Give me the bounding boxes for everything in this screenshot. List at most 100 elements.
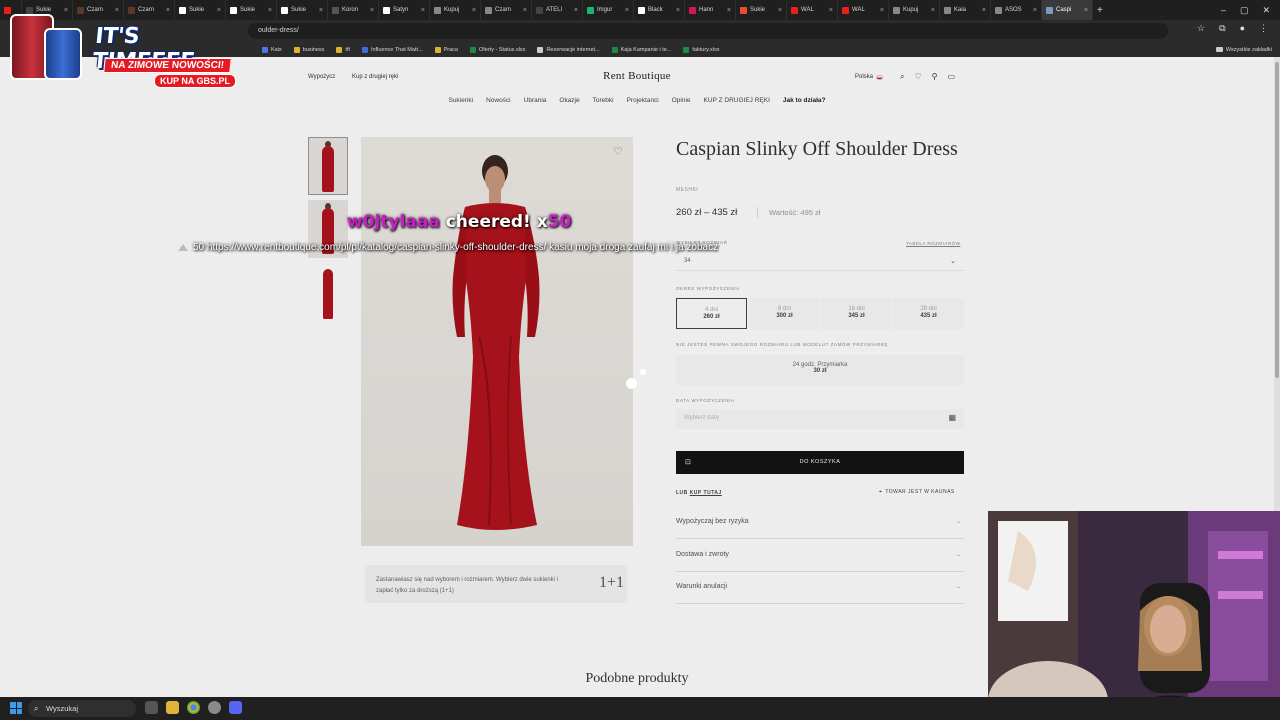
wishlist-heart-icon[interactable]: ♡: [613, 145, 623, 158]
bookmark-item[interactable]: Influence That Matt...: [362, 46, 423, 53]
close-tab-icon[interactable]: ×: [982, 7, 986, 14]
close-tab-icon[interactable]: ×: [1084, 7, 1088, 14]
bookmark-item[interactable]: business: [293, 46, 324, 53]
thumbnail-1[interactable]: [308, 137, 348, 195]
browser-tab[interactable]: Hann ×: [685, 0, 736, 20]
cheer-message: 50 https://www.rentboutique.com/pl/pl/ka…: [178, 242, 718, 253]
close-tab-icon[interactable]: ×: [217, 7, 221, 14]
nav-item[interactable]: KUP Z DRUGIEJ RĘKI: [704, 97, 770, 104]
buy-here-link[interactable]: KUP TUTAJ: [690, 490, 722, 496]
file-explorer-icon[interactable]: [166, 701, 179, 714]
browser-tab[interactable]: WAL ×: [787, 0, 838, 20]
close-tab-icon[interactable]: ×: [625, 7, 629, 14]
accordion-delivery[interactable]: Dostawa i zwroty ⌄: [676, 540, 964, 572]
close-tab-icon[interactable]: ×: [166, 7, 170, 14]
close-tab-icon[interactable]: ×: [574, 7, 578, 14]
nav-item-how-it-works[interactable]: Jak to działa?: [783, 97, 826, 104]
close-tab-icon[interactable]: ×: [64, 7, 68, 14]
browser-tab[interactable]: Kupuj ×: [889, 0, 940, 20]
close-tab-icon[interactable]: ×: [880, 7, 884, 14]
app-icon[interactable]: [208, 701, 221, 714]
tryon-option[interactable]: 24 godz. Przymiarka 30 zł: [676, 355, 964, 385]
close-window-icon[interactable]: ✕: [1262, 5, 1270, 16]
search-icon[interactable]: ⌕: [900, 72, 904, 82]
url-field[interactable]: oulder-dress/: [248, 23, 1168, 39]
bookmark-item[interactable]: Kaja Kampanie i te...: [611, 46, 671, 53]
scrollbar-thumb[interactable]: [1275, 62, 1279, 378]
task-view-icon[interactable]: [145, 701, 158, 714]
nav-item[interactable]: Ubrania: [524, 97, 547, 104]
add-to-cart-button[interactable]: ⊡ DO KOSZYKA: [676, 451, 964, 474]
browser-tab[interactable]: ASOS ×: [991, 0, 1042, 20]
close-tab-icon[interactable]: ×: [523, 7, 527, 14]
all-bookmarks[interactable]: Wszystkie zakładki: [1215, 42, 1272, 57]
nav-item[interactable]: Opinie: [672, 97, 691, 104]
buy-prefix: LUB: [676, 490, 688, 496]
close-tab-icon[interactable]: ×: [829, 7, 833, 14]
language-selector[interactable]: Polska: [855, 74, 884, 80]
maximize-icon[interactable]: ▢: [1240, 5, 1249, 16]
bookmark-item[interactable]: Kaix: [262, 46, 282, 53]
browser-tab[interactable]: Caspi ×: [1042, 0, 1093, 20]
browser-tab[interactable]: Kupuj ×: [430, 0, 481, 20]
extensions-icon[interactable]: ⧉: [1219, 23, 1225, 34]
bag-icon[interactable]: ▭: [948, 72, 956, 82]
user-icon[interactable]: ⚲: [932, 72, 938, 82]
date-picker[interactable]: Wybierz datę ▦: [676, 409, 964, 429]
browser-tab[interactable]: WAL ×: [838, 0, 889, 20]
close-tab-icon[interactable]: ×: [472, 7, 476, 14]
new-tab-button[interactable]: +: [1093, 0, 1113, 20]
close-tab-icon[interactable]: ×: [319, 7, 323, 14]
windows-start-icon[interactable]: [10, 702, 22, 714]
size-select[interactable]: 34 ⌄: [676, 254, 964, 271]
minimize-icon[interactable]: –: [1221, 5, 1226, 15]
bookmark-item[interactable]: faktury.xlsx: [683, 46, 720, 53]
browser-tab[interactable]: Sukie ×: [277, 0, 328, 20]
close-tab-icon[interactable]: ×: [931, 7, 935, 14]
tab-title: Kupuj: [444, 7, 460, 13]
size-table-link[interactable]: TABELA ROZMIARÓW: [906, 241, 960, 246]
bookmark-item[interactable]: Oferty - Status.xlsx: [469, 46, 525, 53]
close-tab-icon[interactable]: ×: [115, 7, 119, 14]
accordion-cancellation[interactable]: Warunki anulacji ⌄: [676, 572, 964, 604]
close-tab-icon[interactable]: ×: [676, 7, 680, 14]
tab-favicon: [842, 6, 849, 14]
browser-tab[interactable]: Sukie ×: [736, 0, 787, 20]
browser-tab[interactable]: ATELI ×: [532, 0, 583, 20]
taskbar-search[interactable]: ⌕ Wyszukaj: [28, 700, 136, 717]
close-tab-icon[interactable]: ×: [370, 7, 374, 14]
bookmark-item[interactable]: Rezerwacje internet...: [537, 46, 600, 53]
close-tab-icon[interactable]: ×: [727, 7, 731, 14]
close-tab-icon[interactable]: ×: [1033, 7, 1037, 14]
browser-tab[interactable]: Imgur ×: [583, 0, 634, 20]
close-tab-icon[interactable]: ×: [268, 7, 272, 14]
browser-tab[interactable]: Czarn ×: [481, 0, 532, 20]
period-option-16[interactable]: 16 dni 345 zł: [821, 298, 892, 329]
nav-item[interactable]: Torebki: [593, 97, 614, 104]
browser-tab[interactable]: Black ×: [634, 0, 685, 20]
menu-icon[interactable]: ⋮: [1259, 23, 1268, 34]
chrome-icon[interactable]: [187, 701, 200, 714]
period-option-28[interactable]: 28 dni 435 zł: [893, 298, 964, 329]
thumbnail-3[interactable]: [308, 263, 348, 321]
product-brand[interactable]: MESHKI: [676, 187, 698, 193]
period-option-4[interactable]: 4 dni 260 zł: [676, 298, 747, 329]
nav-item[interactable]: Projektanci: [627, 97, 659, 104]
browser-tab[interactable]: Kaia ×: [940, 0, 991, 20]
close-tab-icon[interactable]: ×: [421, 7, 425, 14]
bookmark-item[interactable]: Praca: [434, 46, 458, 53]
product-main-image[interactable]: ♡: [361, 137, 633, 546]
nav-item[interactable]: Sukienki: [448, 97, 473, 104]
discord-icon[interactable]: [229, 701, 242, 714]
bookmark-item[interactable]: tft: [336, 46, 350, 53]
accordion-risk-free[interactable]: Wypożyczaj bez ryzyka ⌄: [676, 507, 964, 539]
nav-item[interactable]: Okazje: [559, 97, 579, 104]
nav-item[interactable]: Nowości: [486, 97, 511, 104]
profile-icon[interactable]: ●: [1240, 23, 1245, 34]
star-icon[interactable]: ☆: [1197, 23, 1205, 34]
browser-tab[interactable]: Satyn ×: [379, 0, 430, 20]
close-tab-icon[interactable]: ×: [778, 7, 782, 14]
browser-tab[interactable]: Koron ×: [328, 0, 379, 20]
heart-icon[interactable]: ♡: [914, 72, 921, 82]
period-option-8[interactable]: 8 dni 300 zł: [749, 298, 820, 329]
